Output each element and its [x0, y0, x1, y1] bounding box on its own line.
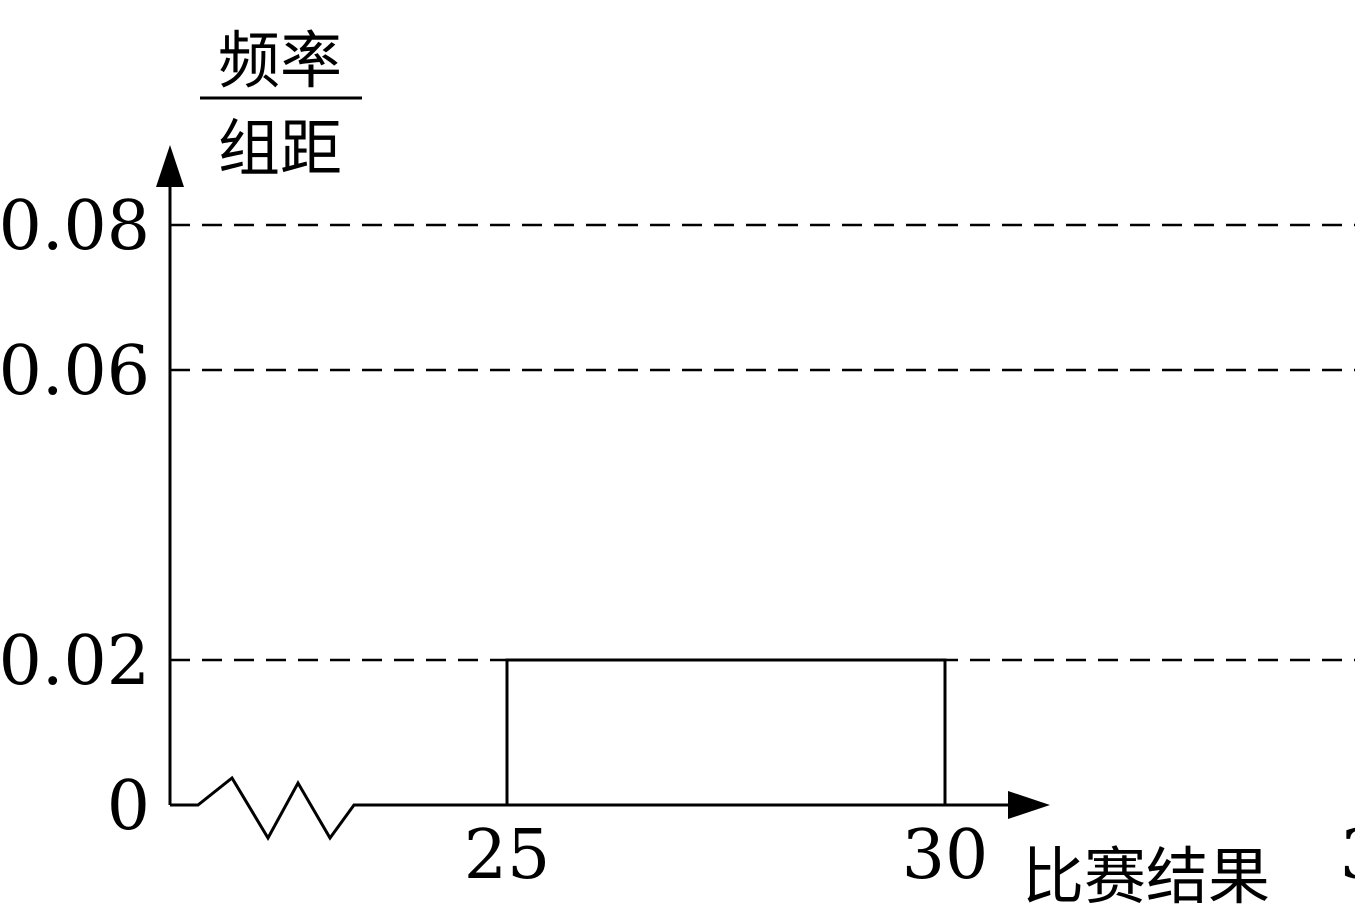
- x-tick-label-1: 30: [902, 816, 989, 895]
- histogram-bar-0: [505, 658, 947, 807]
- y-axis-arrow-icon: [156, 145, 184, 187]
- y-tick-label-3: 0.08: [0, 187, 150, 266]
- histogram-chart: 00.020.060.08 253035404550 频率 组距 比赛结果: [0, 24, 1355, 913]
- x-axis-arrow-icon: [1008, 791, 1050, 819]
- y-tick-label-2: 0.06: [0, 332, 150, 411]
- y-tick-label-0: 0: [107, 767, 150, 846]
- x-tick-label-0: 25: [464, 816, 551, 895]
- y-axis-label: 频率 组距: [200, 24, 362, 185]
- reference-lines: [170, 223, 1355, 662]
- x-axis-label: 比赛结果: [1022, 840, 1270, 913]
- y-tick-label-1: 0.02: [0, 622, 150, 701]
- y-axis-label-numerator: 频率: [218, 24, 342, 97]
- y-axis-label-denominator: 组距: [218, 112, 342, 185]
- x-tick-label-2: 35: [1340, 816, 1355, 895]
- y-tick-labels: 0 0.02 0.06 0.08: [0, 187, 150, 846]
- histogram-bars: [505, 658, 947, 807]
